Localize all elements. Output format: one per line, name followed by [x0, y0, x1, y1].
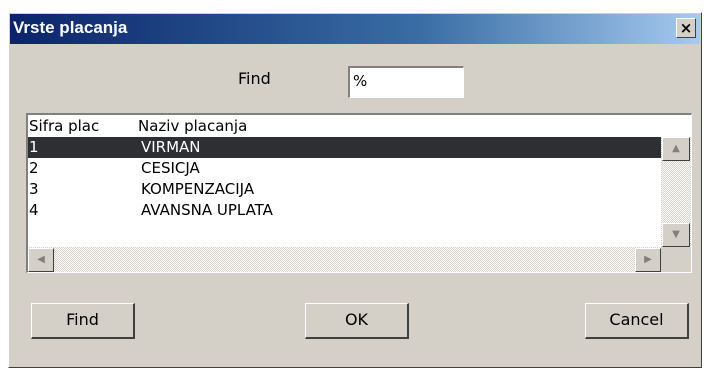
table-row[interactable]: 3 KOMPENZACIJA: [28, 179, 661, 200]
triangle-left-icon: ◀: [37, 254, 45, 265]
search-input[interactable]: %: [348, 66, 464, 98]
scroll-corner: [661, 247, 691, 272]
table-row[interactable]: 1 VIRMAN: [28, 137, 661, 158]
window-title: Vrste placanja: [13, 18, 128, 37]
row-code: 3: [29, 180, 39, 198]
ok-button[interactable]: OK: [305, 303, 409, 339]
find-label: Find: [238, 69, 271, 88]
find-button[interactable]: Find: [31, 303, 135, 339]
row-name: KOMPENZACIJA: [141, 180, 255, 198]
payment-types-grid[interactable]: Sifra plac Naziv placanja 1 VIRMAN 2 CES…: [26, 113, 692, 273]
scroll-left-button[interactable]: ◀: [28, 248, 54, 272]
grid-header: Sifra plac Naziv placanja: [28, 115, 691, 137]
title-bar[interactable]: Vrste placanja ×: [10, 14, 700, 44]
row-code: 2: [29, 159, 39, 177]
close-button[interactable]: ×: [676, 18, 696, 38]
row-name: VIRMAN: [141, 138, 201, 156]
row-code: 4: [29, 201, 39, 219]
dialog-window: Vrste placanja × Find % Sifra plac Naziv…: [8, 12, 702, 368]
scroll-right-button[interactable]: ▶: [635, 248, 661, 272]
column-header-code[interactable]: Sifra plac: [29, 117, 129, 135]
table-row[interactable]: 2 CESICJA: [28, 158, 661, 179]
vertical-scrollbar[interactable]: ▲ ▼: [661, 137, 691, 247]
row-name: AVANSNA UPLATA: [141, 201, 273, 219]
column-header-name[interactable]: Naziv placanja: [138, 117, 247, 135]
row-name: CESICJA: [141, 159, 200, 177]
row-code: 1: [29, 138, 39, 156]
triangle-right-icon: ▶: [644, 254, 652, 265]
cancel-button[interactable]: Cancel: [585, 303, 689, 339]
table-row[interactable]: 4 AVANSNA UPLATA: [28, 200, 661, 221]
triangle-up-icon: ▲: [672, 143, 680, 154]
triangle-down-icon: ▼: [672, 229, 680, 240]
horizontal-scrollbar[interactable]: ◀ ▶: [28, 247, 661, 272]
scroll-down-button[interactable]: ▼: [662, 223, 690, 247]
scroll-up-button[interactable]: ▲: [662, 137, 690, 161]
close-icon: ×: [679, 19, 693, 37]
